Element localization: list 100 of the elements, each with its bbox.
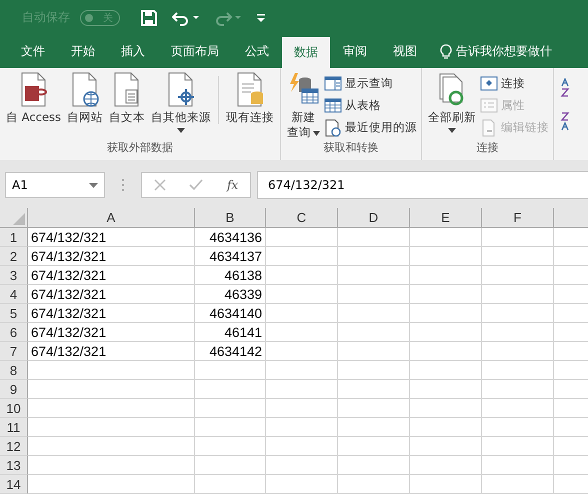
ribbon-button[interactable]: 自 Access	[4, 72, 64, 140]
row-header[interactable]: 10	[0, 399, 28, 418]
column-header[interactable]: D	[338, 208, 410, 228]
globe-document-icon	[70, 72, 100, 108]
ribbon-tab[interactable]: 审阅	[330, 35, 380, 68]
table-cell	[266, 456, 338, 475]
formula-field[interactable]: 674/132/321	[257, 171, 588, 199]
customize-icon[interactable]	[256, 12, 266, 24]
ribbon-button[interactable]: 全部刷新	[426, 72, 478, 140]
row-header[interactable]: 7	[0, 342, 28, 361]
table-cell	[482, 266, 554, 285]
table-cell	[410, 456, 482, 475]
ribbon-button[interactable]: 连接	[480, 74, 550, 93]
table-cell	[266, 247, 338, 266]
table-cell	[338, 304, 410, 323]
properties-icon	[480, 96, 498, 114]
table-cell	[410, 266, 482, 285]
insert-function-button[interactable]: fx	[226, 178, 238, 192]
row-header[interactable]: 8	[0, 361, 28, 380]
ribbon-tab[interactable]: 开始	[58, 35, 108, 68]
row-header[interactable]: 3	[0, 266, 28, 285]
table-cell	[410, 380, 482, 399]
table-cell: 46138	[195, 266, 266, 285]
redo-icon[interactable]	[214, 10, 242, 26]
row-header[interactable]: 1	[0, 228, 28, 247]
table-cell	[266, 380, 338, 399]
check-icon[interactable]	[189, 179, 204, 191]
ribbon-button[interactable]: 自文本	[107, 72, 148, 140]
table-cell: 674/132/321	[28, 285, 195, 304]
table-cell	[482, 304, 554, 323]
table-cell: 46141	[195, 323, 266, 342]
table-cell	[482, 437, 554, 456]
table-cell	[266, 399, 338, 418]
table-cell	[266, 323, 338, 342]
name-box[interactable]: A1	[5, 172, 105, 198]
table-cell: 4634136	[195, 228, 266, 247]
clock-document-icon	[324, 118, 342, 136]
table-cell	[195, 456, 266, 475]
row-header[interactable]: 9	[0, 380, 28, 399]
table-cell	[266, 285, 338, 304]
ribbon-tab[interactable]: 文件	[8, 35, 58, 68]
ribbon-button[interactable]: 新建 查询	[285, 72, 322, 140]
table-cell	[338, 323, 410, 342]
table-cell: 674/132/321	[28, 247, 195, 266]
row-header[interactable]: 12	[0, 437, 28, 456]
ribbon-button[interactable]: 从表格	[324, 96, 418, 115]
ribbon-button[interactable]: 自其他来源	[149, 72, 214, 140]
ribbon-tab[interactable]: 插入	[108, 35, 158, 68]
column-header[interactable]	[554, 208, 588, 228]
table-cell	[410, 285, 482, 304]
row-header[interactable]: 2	[0, 247, 28, 266]
table-cell	[338, 418, 410, 437]
table-cell	[410, 418, 482, 437]
cancel-icon[interactable]	[154, 179, 166, 191]
row-header[interactable]: 5	[0, 304, 28, 323]
column-header[interactable]: E	[410, 208, 482, 228]
column-header[interactable]: F	[482, 208, 554, 228]
table-cell	[410, 247, 482, 266]
table-cell: 4634137	[195, 247, 266, 266]
table-cell	[410, 304, 482, 323]
table-cell	[482, 456, 554, 475]
column-header[interactable]: B	[195, 208, 266, 228]
table-cell	[410, 323, 482, 342]
ribbon-button[interactable]: 现有连接	[224, 72, 276, 140]
table-cell	[482, 475, 554, 494]
table-cell	[195, 361, 266, 380]
ribbon-button[interactable]: 最近使用的源	[324, 118, 418, 137]
table-cell: 674/132/321	[28, 323, 195, 342]
save-icon[interactable]	[140, 8, 158, 26]
row-header[interactable]: 13	[0, 456, 28, 475]
lightbulb-icon	[440, 44, 452, 60]
table-cell: 674/132/321	[28, 228, 195, 247]
crosshair-document-icon	[166, 72, 196, 108]
ribbon-tab[interactable]: 数据	[282, 37, 330, 68]
row-header[interactable]: 11	[0, 418, 28, 437]
row-header[interactable]: 14	[0, 475, 28, 494]
table-cell	[482, 361, 554, 380]
group-label: 获取和转换	[324, 140, 379, 156]
table-cell	[338, 266, 410, 285]
undo-icon[interactable]	[172, 10, 200, 26]
tell-me-field[interactable]: 告诉我你想要做什	[456, 35, 552, 68]
row-header[interactable]: 4	[0, 285, 28, 304]
table-cell	[482, 342, 554, 361]
table-cell	[338, 285, 410, 304]
column-header[interactable]: C	[266, 208, 338, 228]
table-cell: 46339	[195, 285, 266, 304]
dropdown-caret-icon	[448, 128, 456, 133]
ribbon-tab[interactable]: 视图	[380, 35, 430, 68]
ribbon-tab[interactable]: 页面布局	[158, 35, 232, 68]
ribbon-button[interactable]: 显示查询	[324, 74, 418, 93]
column-header[interactable]: A	[28, 208, 195, 228]
ribbon-button[interactable]: 自网站	[65, 72, 106, 140]
table-cell	[410, 475, 482, 494]
table-cell	[482, 285, 554, 304]
table-cell	[266, 437, 338, 456]
row-header[interactable]: 6	[0, 323, 28, 342]
select-all-button[interactable]	[0, 208, 28, 228]
dropdown-caret-icon	[177, 128, 186, 133]
ribbon-tab[interactable]: 公式	[232, 35, 282, 68]
dots-icon[interactable]	[121, 178, 125, 192]
